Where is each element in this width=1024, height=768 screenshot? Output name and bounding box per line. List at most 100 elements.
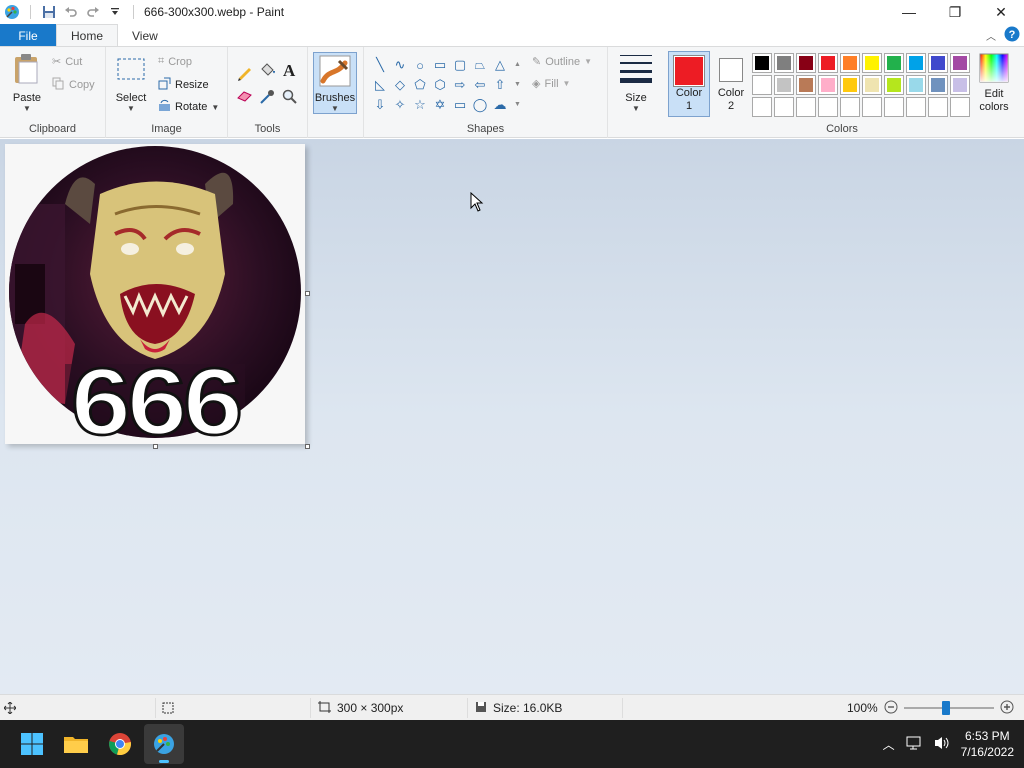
- palette-swatch[interactable]: [884, 75, 904, 95]
- tab-file[interactable]: File: [0, 24, 56, 47]
- cut-button[interactable]: ✂ Cut: [52, 55, 82, 69]
- zoom-slider[interactable]: [903, 701, 994, 715]
- palette-swatch[interactable]: [862, 53, 882, 73]
- volume-icon[interactable]: [933, 735, 951, 754]
- palette-swatch[interactable]: [906, 53, 926, 73]
- outline-button[interactable]: ✎ Outline ▼: [532, 55, 592, 69]
- file-explorer-button[interactable]: [56, 724, 96, 764]
- palette-swatch[interactable]: [884, 97, 904, 117]
- undo-icon[interactable]: [63, 4, 79, 20]
- start-button[interactable]: [12, 724, 52, 764]
- palette-swatch[interactable]: [752, 53, 772, 73]
- paste-button[interactable]: Paste ▼: [8, 53, 46, 113]
- brushes-button[interactable]: Brushes ▼: [313, 52, 357, 114]
- select-button[interactable]: Select ▼: [112, 57, 150, 113]
- polygon-shape-icon[interactable]: ⏢: [470, 55, 490, 75]
- hexagon-shape-icon[interactable]: ⬡: [430, 75, 450, 95]
- pentagon-shape-icon[interactable]: ⬠: [410, 75, 430, 95]
- color1-button[interactable]: Color 1: [668, 51, 710, 117]
- save-icon[interactable]: [41, 4, 57, 20]
- palette-swatch[interactable]: [752, 97, 772, 117]
- cloud-callout-shape-icon[interactable]: ☁: [490, 95, 510, 115]
- zoom-out-icon[interactable]: [884, 700, 898, 717]
- six-point-star-shape-icon[interactable]: ✡: [430, 95, 450, 115]
- fill-bucket-icon[interactable]: [258, 61, 276, 82]
- rounded-rectangle-shape-icon[interactable]: ▢: [450, 55, 470, 75]
- palette-swatch[interactable]: [796, 75, 816, 95]
- magnifier-icon[interactable]: [282, 89, 298, 108]
- shapes-scroll[interactable]: ▲ ▼ ▼: [514, 55, 524, 115]
- palette-swatch[interactable]: [950, 97, 970, 117]
- restore-button[interactable]: ❐: [932, 0, 978, 24]
- palette-swatch[interactable]: [928, 75, 948, 95]
- zoom-in-icon[interactable]: [1000, 700, 1014, 717]
- oval-callout-shape-icon[interactable]: ◯: [470, 95, 490, 115]
- close-button[interactable]: ✕: [978, 0, 1024, 24]
- chrome-button[interactable]: [100, 724, 140, 764]
- curve-shape-icon[interactable]: ∿: [390, 55, 410, 75]
- five-point-star-shape-icon[interactable]: ☆: [410, 95, 430, 115]
- crop-button[interactable]: ⌗ Crop: [158, 55, 192, 68]
- paint-taskbar-button[interactable]: [144, 724, 184, 764]
- show-hidden-icons-icon[interactable]: ︿: [883, 736, 895, 753]
- resize-handle-bottom[interactable]: [153, 444, 158, 449]
- tab-view[interactable]: View: [118, 24, 172, 47]
- rounded-callout-shape-icon[interactable]: ▭: [450, 95, 470, 115]
- four-point-star-shape-icon[interactable]: ✧: [390, 95, 410, 115]
- color2-button[interactable]: Color 2: [712, 51, 750, 113]
- palette-swatch[interactable]: [862, 75, 882, 95]
- palette-swatch[interactable]: [752, 75, 772, 95]
- minimize-button[interactable]: —: [886, 0, 932, 24]
- rotate-button[interactable]: Rotate ▼: [158, 99, 219, 115]
- palette-swatch[interactable]: [928, 53, 948, 73]
- up-arrow-shape-icon[interactable]: ⇧: [490, 75, 510, 95]
- paint-app-icon[interactable]: [4, 4, 20, 20]
- palette-swatch[interactable]: [774, 97, 794, 117]
- copy-button[interactable]: Copy: [52, 77, 95, 93]
- tab-home[interactable]: Home: [56, 24, 119, 47]
- redo-icon[interactable]: [85, 4, 101, 20]
- triangle-shape-icon[interactable]: △: [490, 55, 510, 75]
- palette-swatch[interactable]: [884, 53, 904, 73]
- palette-swatch[interactable]: [840, 75, 860, 95]
- right-triangle-shape-icon[interactable]: ◺: [370, 75, 390, 95]
- palette-swatch[interactable]: [840, 97, 860, 117]
- diamond-shape-icon[interactable]: ◇: [390, 75, 410, 95]
- palette-swatch[interactable]: [906, 75, 926, 95]
- resize-handle-right[interactable]: [305, 291, 310, 296]
- palette-swatch[interactable]: [796, 53, 816, 73]
- resize-handle-corner[interactable]: [305, 444, 310, 449]
- left-arrow-shape-icon[interactable]: ⇦: [470, 75, 490, 95]
- palette-swatch[interactable]: [840, 53, 860, 73]
- palette-swatch[interactable]: [774, 53, 794, 73]
- palette-swatch[interactable]: [950, 53, 970, 73]
- collapse-ribbon-icon[interactable]: ︿: [986, 28, 996, 43]
- palette-swatch[interactable]: [796, 97, 816, 117]
- network-icon[interactable]: [905, 735, 923, 754]
- zoom-slider-thumb[interactable]: [941, 701, 950, 715]
- color-picker-icon[interactable]: [259, 89, 275, 108]
- pencil-icon[interactable]: [236, 63, 254, 84]
- palette-swatch[interactable]: [862, 97, 882, 117]
- palette-swatch[interactable]: [818, 75, 838, 95]
- palette-swatch[interactable]: [906, 97, 926, 117]
- drawing-canvas[interactable]: 666: [5, 144, 305, 444]
- text-tool-icon[interactable]: A: [283, 61, 295, 81]
- resize-button[interactable]: Resize: [158, 77, 209, 93]
- palette-swatch[interactable]: [774, 75, 794, 95]
- palette-swatch[interactable]: [818, 97, 838, 117]
- edit-colors-button[interactable]: Edit colors: [972, 53, 1016, 114]
- line-shape-icon[interactable]: ╲: [370, 55, 390, 75]
- fill-button[interactable]: ◈ Fill ▼: [532, 77, 570, 91]
- eraser-icon[interactable]: [236, 89, 254, 106]
- palette-swatch[interactable]: [928, 97, 948, 117]
- help-icon[interactable]: ?: [1004, 26, 1020, 45]
- oval-shape-icon[interactable]: ○: [410, 55, 430, 75]
- rectangle-shape-icon[interactable]: ▭: [430, 55, 450, 75]
- palette-swatch[interactable]: [818, 53, 838, 73]
- clock[interactable]: 6:53 PM 7/16/2022: [961, 728, 1014, 760]
- down-arrow-shape-icon[interactable]: ⇩: [370, 95, 390, 115]
- right-arrow-shape-icon[interactable]: ⇨: [450, 75, 470, 95]
- size-button[interactable]: Size ▼: [616, 53, 656, 113]
- customize-quick-access-icon[interactable]: [107, 4, 123, 20]
